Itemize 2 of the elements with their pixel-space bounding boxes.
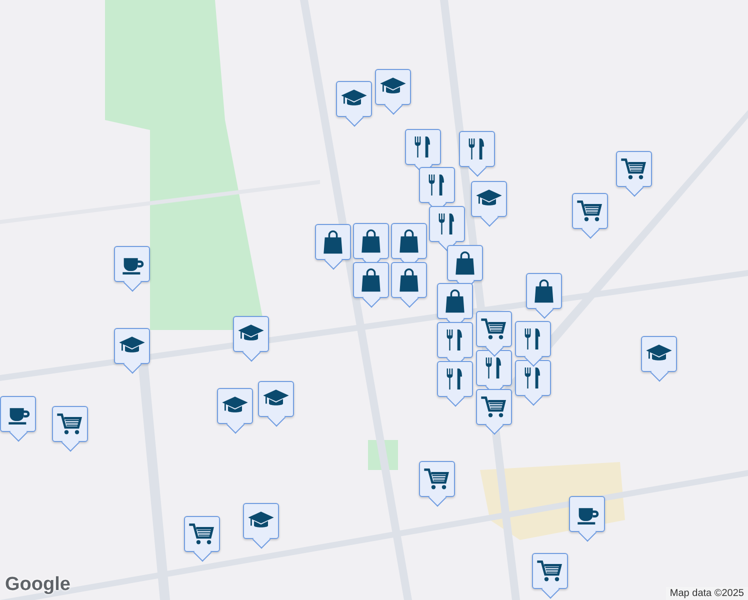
logo[interactable]: Google [5, 574, 70, 596]
attribution: Map data ©2025 [666, 587, 748, 600]
